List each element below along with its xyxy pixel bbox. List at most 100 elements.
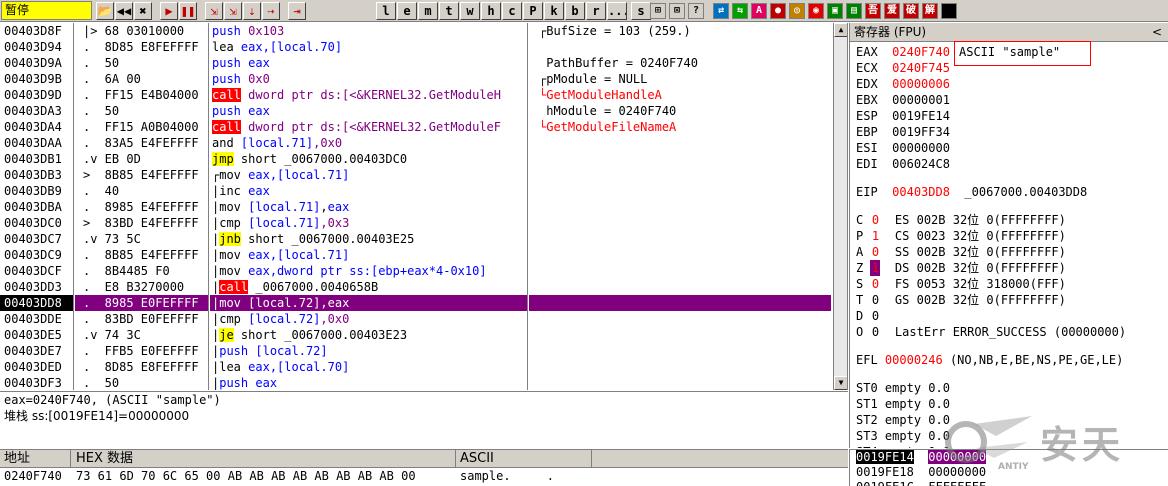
instruction-comment[interactable] [529, 167, 831, 183]
toolbar-debug-button-1[interactable]: ◀◀ [115, 2, 133, 20]
toolbar-window-button-0[interactable]: l [376, 2, 396, 20]
toolbar-window-button-11[interactable]: ... [607, 2, 627, 20]
register-value[interactable]: empty 0.0 [885, 397, 950, 411]
flag-o[interactable]: O 0 LastErr ERROR_SUCCESS (00000000) [850, 324, 1168, 340]
instruction-bytes[interactable]: . 83BD E0FEFFFF [75, 311, 208, 327]
flag-d[interactable]: D 0 [850, 308, 1168, 324]
register-edi[interactable]: EDI 006024C8 [850, 156, 1168, 172]
instruction-text[interactable]: jmp short _0067000.00403DC0 [210, 151, 527, 167]
register-value[interactable]: 006024C8 [892, 157, 950, 171]
instruction-bytes[interactable]: . 8985 E4FEFFFF [75, 199, 208, 215]
flag-z[interactable]: Z 1 DS 002B 32位 0(FFFFFFFF) [850, 260, 1168, 276]
instruction-address[interactable]: 00403DD3 [0, 279, 73, 295]
fpu-register-st3[interactable]: ST3 empty 0.0 [850, 428, 1168, 444]
toolbar-debug-button-8[interactable]: ⇢ [262, 2, 280, 20]
register-value[interactable]: 0240F740 [892, 45, 950, 59]
instruction-address[interactable]: 00403DC9 [0, 247, 73, 263]
toolbar-debug-button-5[interactable]: ⇲ [205, 2, 223, 20]
toolbar-plugin-button-5[interactable]: A [751, 3, 767, 19]
instruction-text[interactable]: |cmp [local.71],0x3 [210, 215, 527, 231]
instruction-comment[interactable] [529, 343, 831, 359]
register-ebp[interactable]: EBP 0019FF34 [850, 124, 1168, 140]
toolbar-window-button-5[interactable]: h [481, 2, 501, 20]
instruction-text[interactable]: |lea eax,[local.70] [210, 359, 527, 375]
instruction-text[interactable]: and [local.71],0x0 [210, 135, 527, 151]
toolbar-window-button-9[interactable]: b [565, 2, 585, 20]
instruction-comment[interactable] [529, 215, 831, 231]
fpu-register-st2[interactable]: ST2 empty 0.0 [850, 412, 1168, 428]
instruction-text[interactable]: |cmp [local.72],0x0 [210, 311, 527, 327]
instruction-comment[interactable]: PathBuffer = 0240F740 [529, 55, 831, 71]
toolbar-plugin-button-0[interactable]: ⊞ [650, 3, 666, 19]
register-value[interactable]: 0019FF34 [892, 125, 950, 139]
toolbar-debug-button-4[interactable]: ❚❚ [179, 2, 197, 20]
instruction-bytes[interactable]: .v EB 0D [75, 151, 208, 167]
instruction-bytes[interactable]: . 50 [75, 55, 208, 71]
instruction-bytes[interactable]: .v 74 3C [75, 327, 208, 343]
instruction-address[interactable]: 00403DA3 [0, 103, 73, 119]
toolbar-window-button-10[interactable]: r [586, 2, 606, 20]
instruction-text[interactable]: ┌mov eax,[local.71] [210, 167, 527, 183]
flag-p[interactable]: P 1 CS 0023 32位 0(FFFFFFFF) [850, 228, 1168, 244]
instruction-text[interactable]: |mov [local.71],eax [210, 199, 527, 215]
register-value[interactable]: empty 0.0 [885, 381, 950, 395]
instruction-comment[interactable]: ┌BufSize = 103 (259.) [529, 23, 831, 39]
instruction-text[interactable]: |inc eax [210, 183, 527, 199]
register-value[interactable]: 00000006 [892, 77, 950, 91]
flag-value[interactable]: 0 [870, 308, 880, 324]
fpu-register-st1[interactable]: ST1 empty 0.0 [850, 396, 1168, 412]
toolbar-window-button-4[interactable]: w [460, 2, 480, 20]
toolbar-window-button-1[interactable]: e [397, 2, 417, 20]
instruction-address[interactable]: 00403DA4 [0, 119, 73, 135]
instruction-bytes[interactable]: . 6A 00 [75, 71, 208, 87]
instruction-bytes[interactable]: . 50 [75, 103, 208, 119]
instruction-bytes[interactable]: . 40 [75, 183, 208, 199]
instruction-bytes[interactable]: . 83A5 E4FEFFFF [75, 135, 208, 151]
dump-col-address[interactable]: 地址 [0, 450, 71, 468]
stack-value[interactable]: 00000000 [928, 465, 986, 479]
toolbar-window-button-3[interactable]: t [439, 2, 459, 20]
instruction-address[interactable]: 00403DF3 [0, 375, 73, 390]
flag-t[interactable]: T 0 GS 002B 32位 0(FFFFFFFF) [850, 292, 1168, 308]
instruction-address[interactable]: 00403DC7 [0, 231, 73, 247]
flag-value[interactable]: 0 [870, 292, 880, 308]
instruction-comment[interactable] [529, 135, 831, 151]
flag-value[interactable]: 0 [870, 324, 880, 340]
instruction-address[interactable]: 00403DB1 [0, 151, 73, 167]
instruction-address[interactable]: 00403DD8 [0, 295, 73, 311]
toolbar-plugin-button-12[interactable]: 爱 [884, 3, 900, 19]
instruction-address[interactable]: 00403D9B [0, 71, 73, 87]
toolbar-plugin-button-6[interactable]: ● [770, 3, 786, 19]
flag-s[interactable]: S 0 FS 0053 32位 318000(FFF) [850, 276, 1168, 292]
instruction-bytes[interactable]: . 8B85 E4FEFFFF [75, 247, 208, 263]
instruction-bytes[interactable]: . 8985 E0FEFFFF [75, 295, 208, 311]
instruction-address[interactable]: 00403D9A [0, 55, 73, 71]
flag-a[interactable]: A 0 SS 002B 32位 0(FFFFFFFF) [850, 244, 1168, 260]
flag-value[interactable]: 0 [870, 276, 880, 292]
instruction-bytes[interactable]: . E8 B3270000 [75, 279, 208, 295]
register-value[interactable]: 00000246 [885, 353, 943, 367]
toolbar-plugin-button-13[interactable]: 破 [903, 3, 919, 19]
register-esi[interactable]: ESI 00000000 [850, 140, 1168, 156]
instruction-address[interactable]: 00403DB3 [0, 167, 73, 183]
dump-row[interactable]: 0240F740 73 61 6D 70 6C 65 00 AB AB AB A… [0, 468, 848, 485]
instruction-comment[interactable] [529, 327, 831, 343]
toolbar-window-button-6[interactable]: c [502, 2, 522, 20]
toolbar-plugin-button-4[interactable]: ⇆ [732, 3, 748, 19]
instruction-comment[interactable]: └GetModuleHandleA [529, 87, 831, 103]
instruction-text[interactable]: push 0x103 [210, 23, 527, 39]
instruction-address[interactable]: 00403DED [0, 359, 73, 375]
instruction-comment[interactable]: ┌pModule = NULL [529, 71, 831, 87]
toolbar-window-button-2[interactable]: m [418, 2, 438, 20]
instruction-comment[interactable] [529, 199, 831, 215]
register-value[interactable]: empty 0.0 [885, 413, 950, 427]
toolbar-debug-button-6[interactable]: ⇲ [224, 2, 242, 20]
stack-row[interactable]: 0019FE18 00000000 [850, 465, 1168, 480]
toolbar-plugin-button-3[interactable]: ⇄ [713, 3, 729, 19]
flag-value[interactable]: 0 [870, 244, 880, 260]
stack-value[interactable]: FFFFFFFF [928, 480, 986, 486]
scroll-up-arrow-icon[interactable]: ▲ [834, 23, 847, 37]
register-efl[interactable]: EFL 00000246 (NO,NB,E,BE,NS,PE,GE,LE) [850, 352, 1168, 368]
toolbar-plugin-button-14[interactable]: 解 [922, 3, 938, 19]
flag-value[interactable]: 0 [870, 212, 880, 228]
